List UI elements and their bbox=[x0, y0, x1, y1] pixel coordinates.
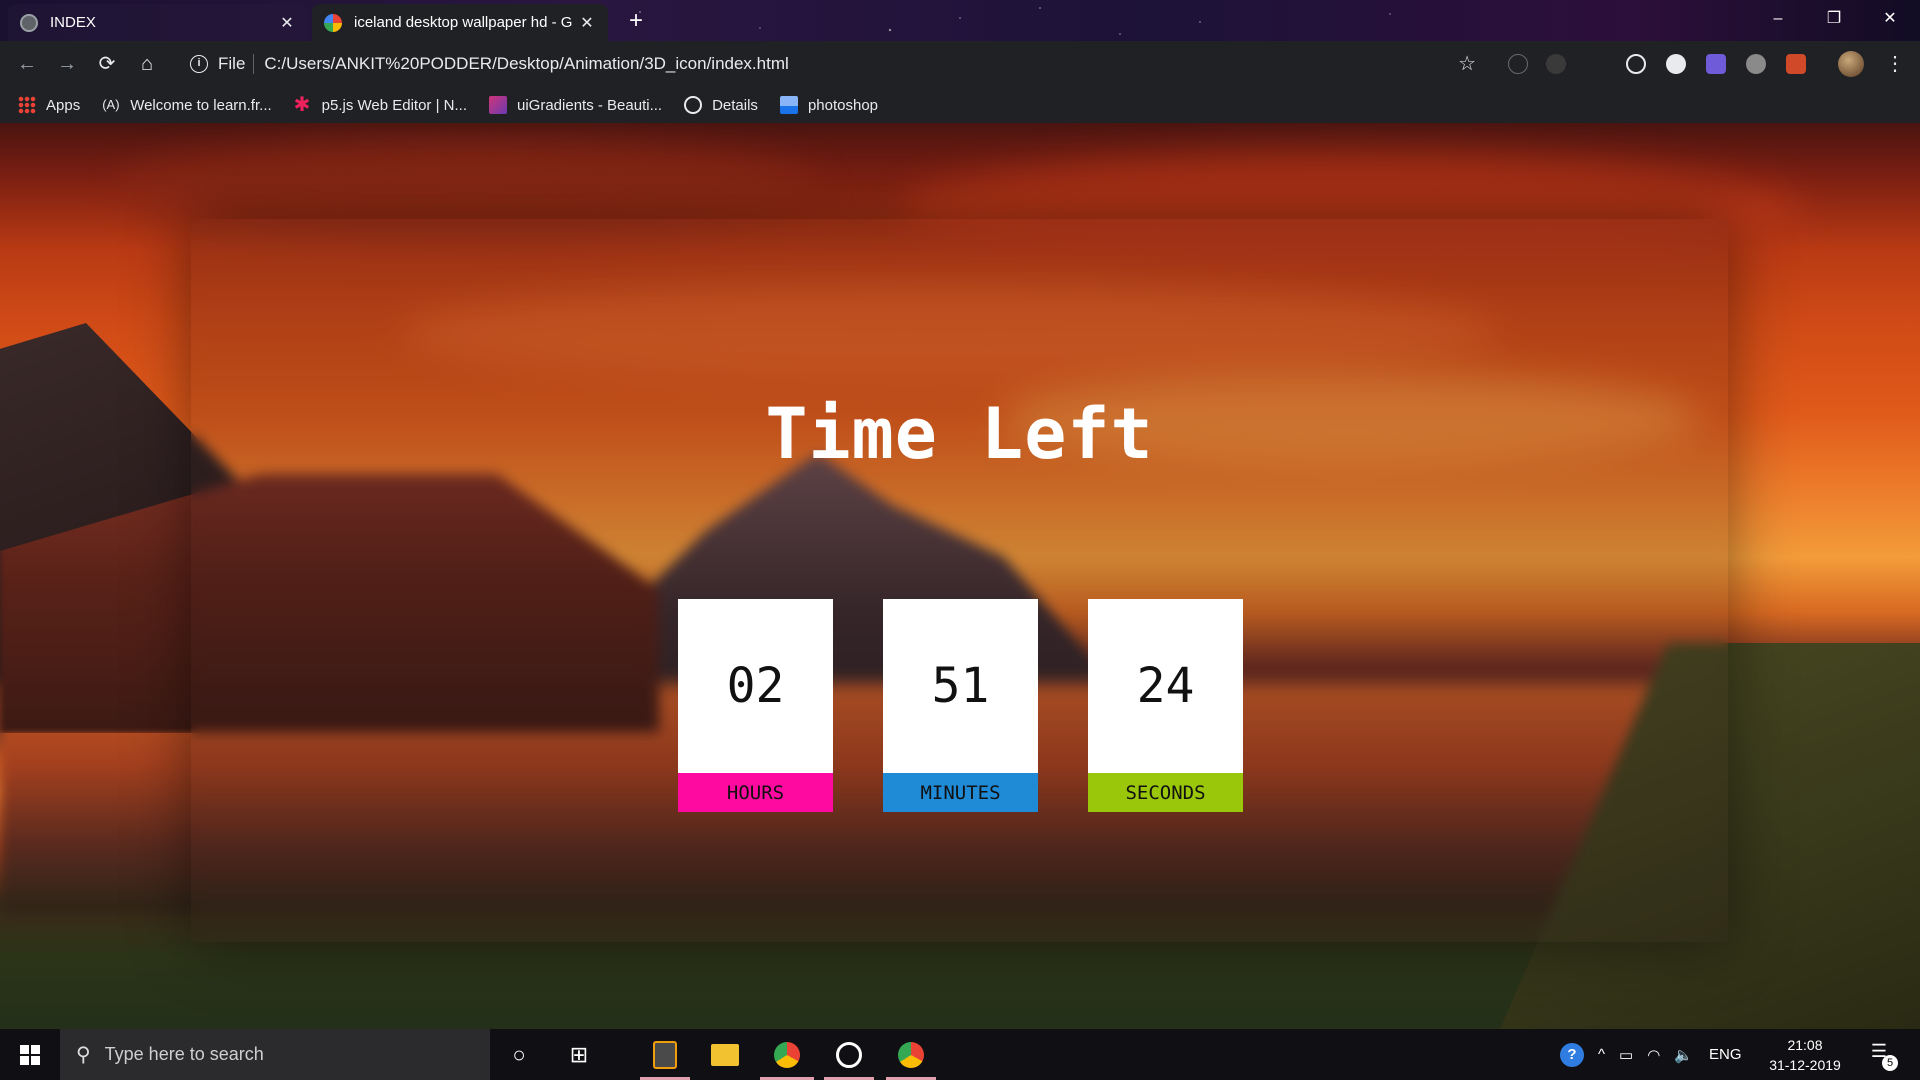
clock-time: 21:08 bbox=[1787, 1037, 1823, 1053]
back-button[interactable]: ← bbox=[12, 49, 42, 79]
help-icon[interactable]: ? bbox=[1560, 1042, 1584, 1067]
start-button[interactable] bbox=[0, 1029, 60, 1080]
page-title: Time Left bbox=[765, 393, 1154, 475]
site-info-icon[interactable]: i bbox=[190, 55, 208, 73]
cortana-icon[interactable]: ○ bbox=[502, 1038, 536, 1072]
tab-title: INDEX bbox=[50, 14, 96, 31]
bookmark-apps[interactable]: Apps bbox=[18, 96, 80, 114]
chevron-up-icon[interactable]: ^ bbox=[1598, 1046, 1605, 1063]
browser-toolbar: ← → ⟳ ⌂ i File C:/Users/ANKIT%20PODDER/D… bbox=[0, 41, 1920, 87]
m-extension-icon[interactable] bbox=[1706, 54, 1726, 74]
minutes-label: MINUTES bbox=[883, 773, 1038, 812]
seconds-label: SECONDS bbox=[1088, 773, 1243, 812]
task-view-icon[interactable]: ⊞ bbox=[562, 1038, 596, 1072]
color-picker-extension-icon[interactable] bbox=[1786, 54, 1806, 74]
bookmark-star-icon[interactable]: ☆ bbox=[1458, 51, 1476, 76]
scheme-chip: File bbox=[218, 54, 255, 74]
bookmark-label: Welcome to learn.fr... bbox=[130, 96, 272, 114]
uigradients-icon bbox=[489, 96, 507, 114]
seconds-card: 24 SECONDS bbox=[1088, 599, 1243, 812]
extension-icon[interactable] bbox=[1546, 54, 1566, 74]
wifi-icon[interactable]: ◠ bbox=[1647, 1046, 1660, 1064]
tab-close-icon[interactable]: ✕ bbox=[578, 13, 596, 33]
chrome-icon[interactable] bbox=[894, 1038, 928, 1072]
address-bar[interactable]: i File C:/Users/ANKIT%20PODDER/Desktop/A… bbox=[172, 48, 1490, 80]
cloud-extension-icon[interactable] bbox=[1746, 54, 1766, 74]
image-icon bbox=[779, 96, 798, 114]
globe-favicon-icon bbox=[20, 13, 38, 32]
battery-icon[interactable]: ▭ bbox=[1619, 1046, 1633, 1064]
hours-label: HOURS bbox=[678, 773, 833, 812]
glass-panel bbox=[191, 219, 1728, 942]
minutes-card: 51 MINUTES bbox=[883, 599, 1038, 812]
language-indicator[interactable]: ENG bbox=[1709, 1046, 1742, 1063]
extension-icon[interactable] bbox=[1508, 54, 1528, 74]
bookmark-uigradients[interactable]: uiGradients - Beauti... bbox=[489, 96, 662, 114]
menu-kebab-icon[interactable]: ⋮ bbox=[1880, 49, 1910, 79]
speed-extension-icon[interactable] bbox=[1626, 54, 1646, 74]
notification-center-icon[interactable]: ☰ 5 bbox=[1866, 1041, 1898, 1071]
hours-value: 02 bbox=[726, 658, 785, 714]
bookmark-freecodecamp[interactable]: (A) Welcome to learn.fr... bbox=[102, 96, 271, 114]
bookmark-label: uiGradients - Beauti... bbox=[517, 96, 663, 114]
taskbar-clock[interactable]: 21:08 31-12-2019 bbox=[1760, 1035, 1850, 1075]
tab-close-icon[interactable]: ✕ bbox=[278, 13, 296, 33]
url-text[interactable]: C:/Users/ANKIT%20PODDER/Desktop/Animatio… bbox=[264, 54, 788, 74]
globe-icon bbox=[684, 96, 703, 114]
windows-logo-icon bbox=[20, 1045, 40, 1065]
windows-taskbar: ⚲ Type here to search ○ ⊞ ? ^ ▭ ◠ 🔈 ENG … bbox=[0, 1029, 1920, 1080]
home-button[interactable]: ⌂ bbox=[132, 49, 162, 79]
bookmark-label: Details bbox=[712, 96, 758, 114]
tab-title: iceland desktop wallpaper hd - G bbox=[354, 14, 573, 31]
bookmark-label: p5.js Web Editor | N... bbox=[321, 96, 467, 114]
google-favicon-icon bbox=[324, 13, 342, 32]
bookmark-details[interactable]: Details bbox=[684, 96, 758, 114]
profile-avatar[interactable] bbox=[1838, 51, 1864, 77]
minimize-button[interactable]: – bbox=[1750, 0, 1806, 41]
search-icon: ⚲ bbox=[76, 1044, 91, 1066]
restore-button[interactable]: ❐ bbox=[1806, 0, 1862, 41]
chrome-icon[interactable] bbox=[770, 1038, 804, 1072]
freecodecamp-icon: (A) bbox=[102, 97, 120, 112]
bookmark-label: photoshop bbox=[807, 96, 879, 114]
bookmark-p5js[interactable]: ✱ p5.js Web Editor | N... bbox=[293, 94, 467, 116]
search-placeholder: Type here to search bbox=[104, 1044, 264, 1064]
tab-index[interactable]: INDEX ✕ bbox=[8, 4, 308, 41]
file-explorer-icon[interactable] bbox=[708, 1038, 742, 1072]
browser-tab-strip: INDEX ✕ iceland desktop wallpaper hd - G… bbox=[0, 0, 1920, 41]
bookmark-label: Apps bbox=[46, 96, 81, 114]
forward-button[interactable]: → bbox=[52, 49, 82, 79]
volume-icon[interactable]: 🔈 bbox=[1674, 1046, 1693, 1064]
sublime-text-icon[interactable] bbox=[648, 1038, 682, 1072]
apps-grid-icon bbox=[18, 96, 36, 114]
media-player-icon[interactable] bbox=[832, 1038, 866, 1072]
notification-count: 5 bbox=[1882, 1055, 1898, 1071]
seconds-value: 24 bbox=[1136, 658, 1195, 714]
system-tray: ? ^ ▭ ◠ 🔈 ENG bbox=[1560, 1029, 1742, 1080]
tab-google-search[interactable]: iceland desktop wallpaper hd - G ✕ bbox=[312, 4, 608, 41]
page-viewport: Time Left 02 HOURS 51 MINUTES 24 SECONDS bbox=[0, 123, 1920, 1029]
bookmarks-bar: Apps (A) Welcome to learn.fr... ✱ p5.js … bbox=[0, 87, 1920, 123]
reload-button[interactable]: ⟳ bbox=[92, 49, 122, 79]
info-extension-icon[interactable] bbox=[1666, 54, 1686, 74]
taskbar-search[interactable]: ⚲ Type here to search bbox=[60, 1029, 490, 1080]
hours-card: 02 HOURS bbox=[678, 599, 833, 812]
clock-date: 31-12-2019 bbox=[1769, 1057, 1841, 1073]
p5js-icon: ✱ bbox=[293, 94, 311, 116]
new-tab-button[interactable]: + bbox=[622, 8, 650, 36]
minutes-value: 51 bbox=[931, 658, 990, 714]
close-window-button[interactable]: ✕ bbox=[1862, 0, 1918, 41]
bookmark-photoshop[interactable]: photoshop bbox=[779, 96, 879, 114]
